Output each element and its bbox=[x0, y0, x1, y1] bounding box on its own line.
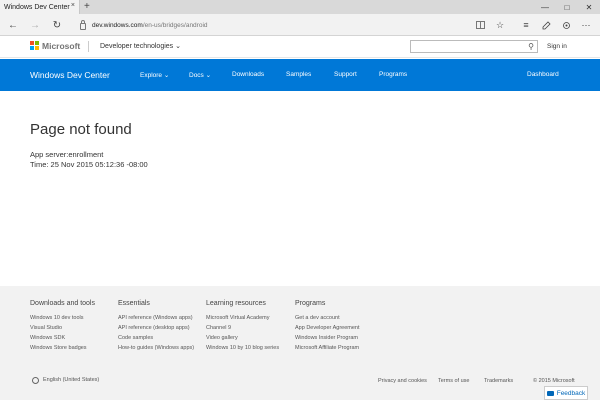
footer-link[interactable]: Windows SDK bbox=[30, 333, 95, 343]
tab-title: Windows Dev Center bbox=[4, 3, 70, 11]
footer-link[interactable]: Windows Store badges bbox=[30, 343, 95, 353]
footer: Downloads and tools Windows 10 dev tools… bbox=[0, 286, 600, 400]
privacy-link[interactable]: Privacy and cookies bbox=[378, 378, 427, 384]
maximize-icon[interactable]: □ bbox=[556, 0, 578, 14]
trademarks-link[interactable]: Trademarks bbox=[484, 378, 513, 384]
footer-link[interactable]: Visual Studio bbox=[30, 323, 95, 333]
microsoft-header: Microsoft Developer technologies ⌄ ⚲ Sig… bbox=[0, 36, 600, 58]
footer-link[interactable]: Windows Insider Program bbox=[295, 333, 360, 343]
more-icon[interactable]: ⋯ bbox=[580, 18, 592, 32]
back-arrow-icon[interactable]: ← bbox=[6, 18, 20, 32]
language-selector[interactable]: English (United States) bbox=[43, 377, 99, 383]
footer-heading: Essentials bbox=[118, 300, 150, 307]
footer-link[interactable]: Channel 9 bbox=[206, 323, 279, 333]
site-title[interactable]: Windows Dev Center bbox=[30, 70, 110, 80]
search-input[interactable]: ⚲ bbox=[410, 40, 538, 53]
browser-toolbar: ☆ ≡ ⋯ bbox=[474, 18, 592, 32]
minimize-icon[interactable]: — bbox=[534, 0, 556, 14]
dev-center-nav: Windows Dev Center Explore ⌄ Docs ⌄ Down… bbox=[0, 59, 600, 91]
url-text: dev.windows.com/en-us/bridges/android bbox=[92, 22, 208, 29]
footer-heading: Learning resources bbox=[206, 300, 266, 307]
footer-link[interactable]: How-to guides (Windows apps) bbox=[118, 343, 194, 353]
dashboard-link[interactable]: Dashboard bbox=[527, 71, 559, 78]
footer-link[interactable]: Microsoft Virtual Academy bbox=[206, 313, 279, 323]
footer-link[interactable]: Video gallery bbox=[206, 333, 279, 343]
new-tab-button[interactable]: + bbox=[84, 1, 90, 13]
nav-explore[interactable]: Explore ⌄ bbox=[140, 71, 169, 79]
close-tab-icon[interactable]: × bbox=[71, 2, 75, 9]
footer-link[interactable]: Windows 10 dev tools bbox=[30, 313, 95, 323]
footer-heading: Programs bbox=[295, 300, 326, 307]
footer-link[interactable]: Get a dev account bbox=[295, 313, 360, 323]
browser-tab-bar: Windows Dev Center × + — □ ✕ bbox=[0, 0, 600, 14]
lock-icon bbox=[80, 19, 86, 30]
nav-support[interactable]: Support bbox=[334, 71, 357, 78]
app-server-text: App server:enrollment bbox=[30, 150, 104, 159]
nav-docs[interactable]: Docs ⌄ bbox=[189, 71, 211, 79]
browser-tab[interactable]: Windows Dev Center × bbox=[0, 0, 80, 14]
web-note-icon[interactable] bbox=[540, 18, 552, 32]
footer-link[interactable]: API reference (Windows apps) bbox=[118, 313, 194, 323]
window-controls: — □ ✕ bbox=[534, 0, 600, 14]
feedback-label: Feedback bbox=[556, 389, 586, 397]
sign-in-link[interactable]: Sign in bbox=[547, 43, 567, 50]
forward-arrow-icon[interactable]: → bbox=[28, 18, 42, 32]
globe-icon bbox=[32, 377, 39, 384]
terms-link[interactable]: Terms of use bbox=[438, 378, 469, 384]
footer-link[interactable]: API reference (desktop apps) bbox=[118, 323, 194, 333]
timestamp-text: Time: 25 Nov 2015 05:12:36 -08:00 bbox=[30, 160, 148, 169]
microsoft-logo-icon[interactable] bbox=[30, 41, 39, 50]
nav-samples[interactable]: Samples bbox=[286, 71, 311, 78]
footer-column-programs: Programs Get a dev account App Developer… bbox=[295, 300, 360, 353]
nav-downloads[interactable]: Downloads bbox=[232, 71, 264, 78]
refresh-icon[interactable]: ↻ bbox=[50, 18, 64, 32]
header-divider bbox=[88, 41, 89, 52]
page-title: Page not found bbox=[30, 121, 132, 138]
copyright-text: © 2015 Microsoft bbox=[533, 378, 575, 384]
footer-link[interactable]: Windows 10 by 10 blog series bbox=[206, 343, 279, 353]
search-icon[interactable]: ⚲ bbox=[528, 42, 534, 51]
footer-link[interactable]: Code samples bbox=[118, 333, 194, 343]
url-path: /en-us/bridges/android bbox=[142, 21, 208, 29]
footer-link[interactable]: Microsoft Affiliate Program bbox=[295, 343, 360, 353]
feedback-button[interactable]: Feedback bbox=[544, 386, 588, 400]
footer-column-downloads: Downloads and tools Windows 10 dev tools… bbox=[30, 300, 95, 353]
share-icon[interactable] bbox=[560, 18, 572, 32]
address-bar: ← → ↻ dev.windows.com/en-us/bridges/andr… bbox=[0, 14, 600, 36]
microsoft-brand[interactable]: Microsoft bbox=[42, 41, 80, 51]
reading-view-icon[interactable] bbox=[474, 18, 486, 32]
close-window-icon[interactable]: ✕ bbox=[578, 0, 600, 14]
developer-technologies-menu[interactable]: Developer technologies ⌄ bbox=[100, 42, 181, 50]
favorite-star-icon[interactable]: ☆ bbox=[494, 18, 506, 32]
feedback-icon bbox=[546, 390, 554, 396]
footer-column-learning: Learning resources Microsoft Virtual Aca… bbox=[206, 300, 279, 353]
footer-bottom-bar: English (United States) Privacy and cook… bbox=[0, 374, 600, 388]
footer-column-essentials: Essentials API reference (Windows apps) … bbox=[118, 300, 194, 353]
footer-link[interactable]: App Developer Agreement bbox=[295, 323, 360, 333]
url-field[interactable]: dev.windows.com/en-us/bridges/android bbox=[80, 18, 500, 32]
nav-programs[interactable]: Programs bbox=[379, 71, 407, 78]
footer-heading: Downloads and tools bbox=[30, 300, 95, 307]
url-host: dev.windows.com bbox=[92, 21, 143, 29]
hub-icon[interactable]: ≡ bbox=[520, 18, 532, 32]
